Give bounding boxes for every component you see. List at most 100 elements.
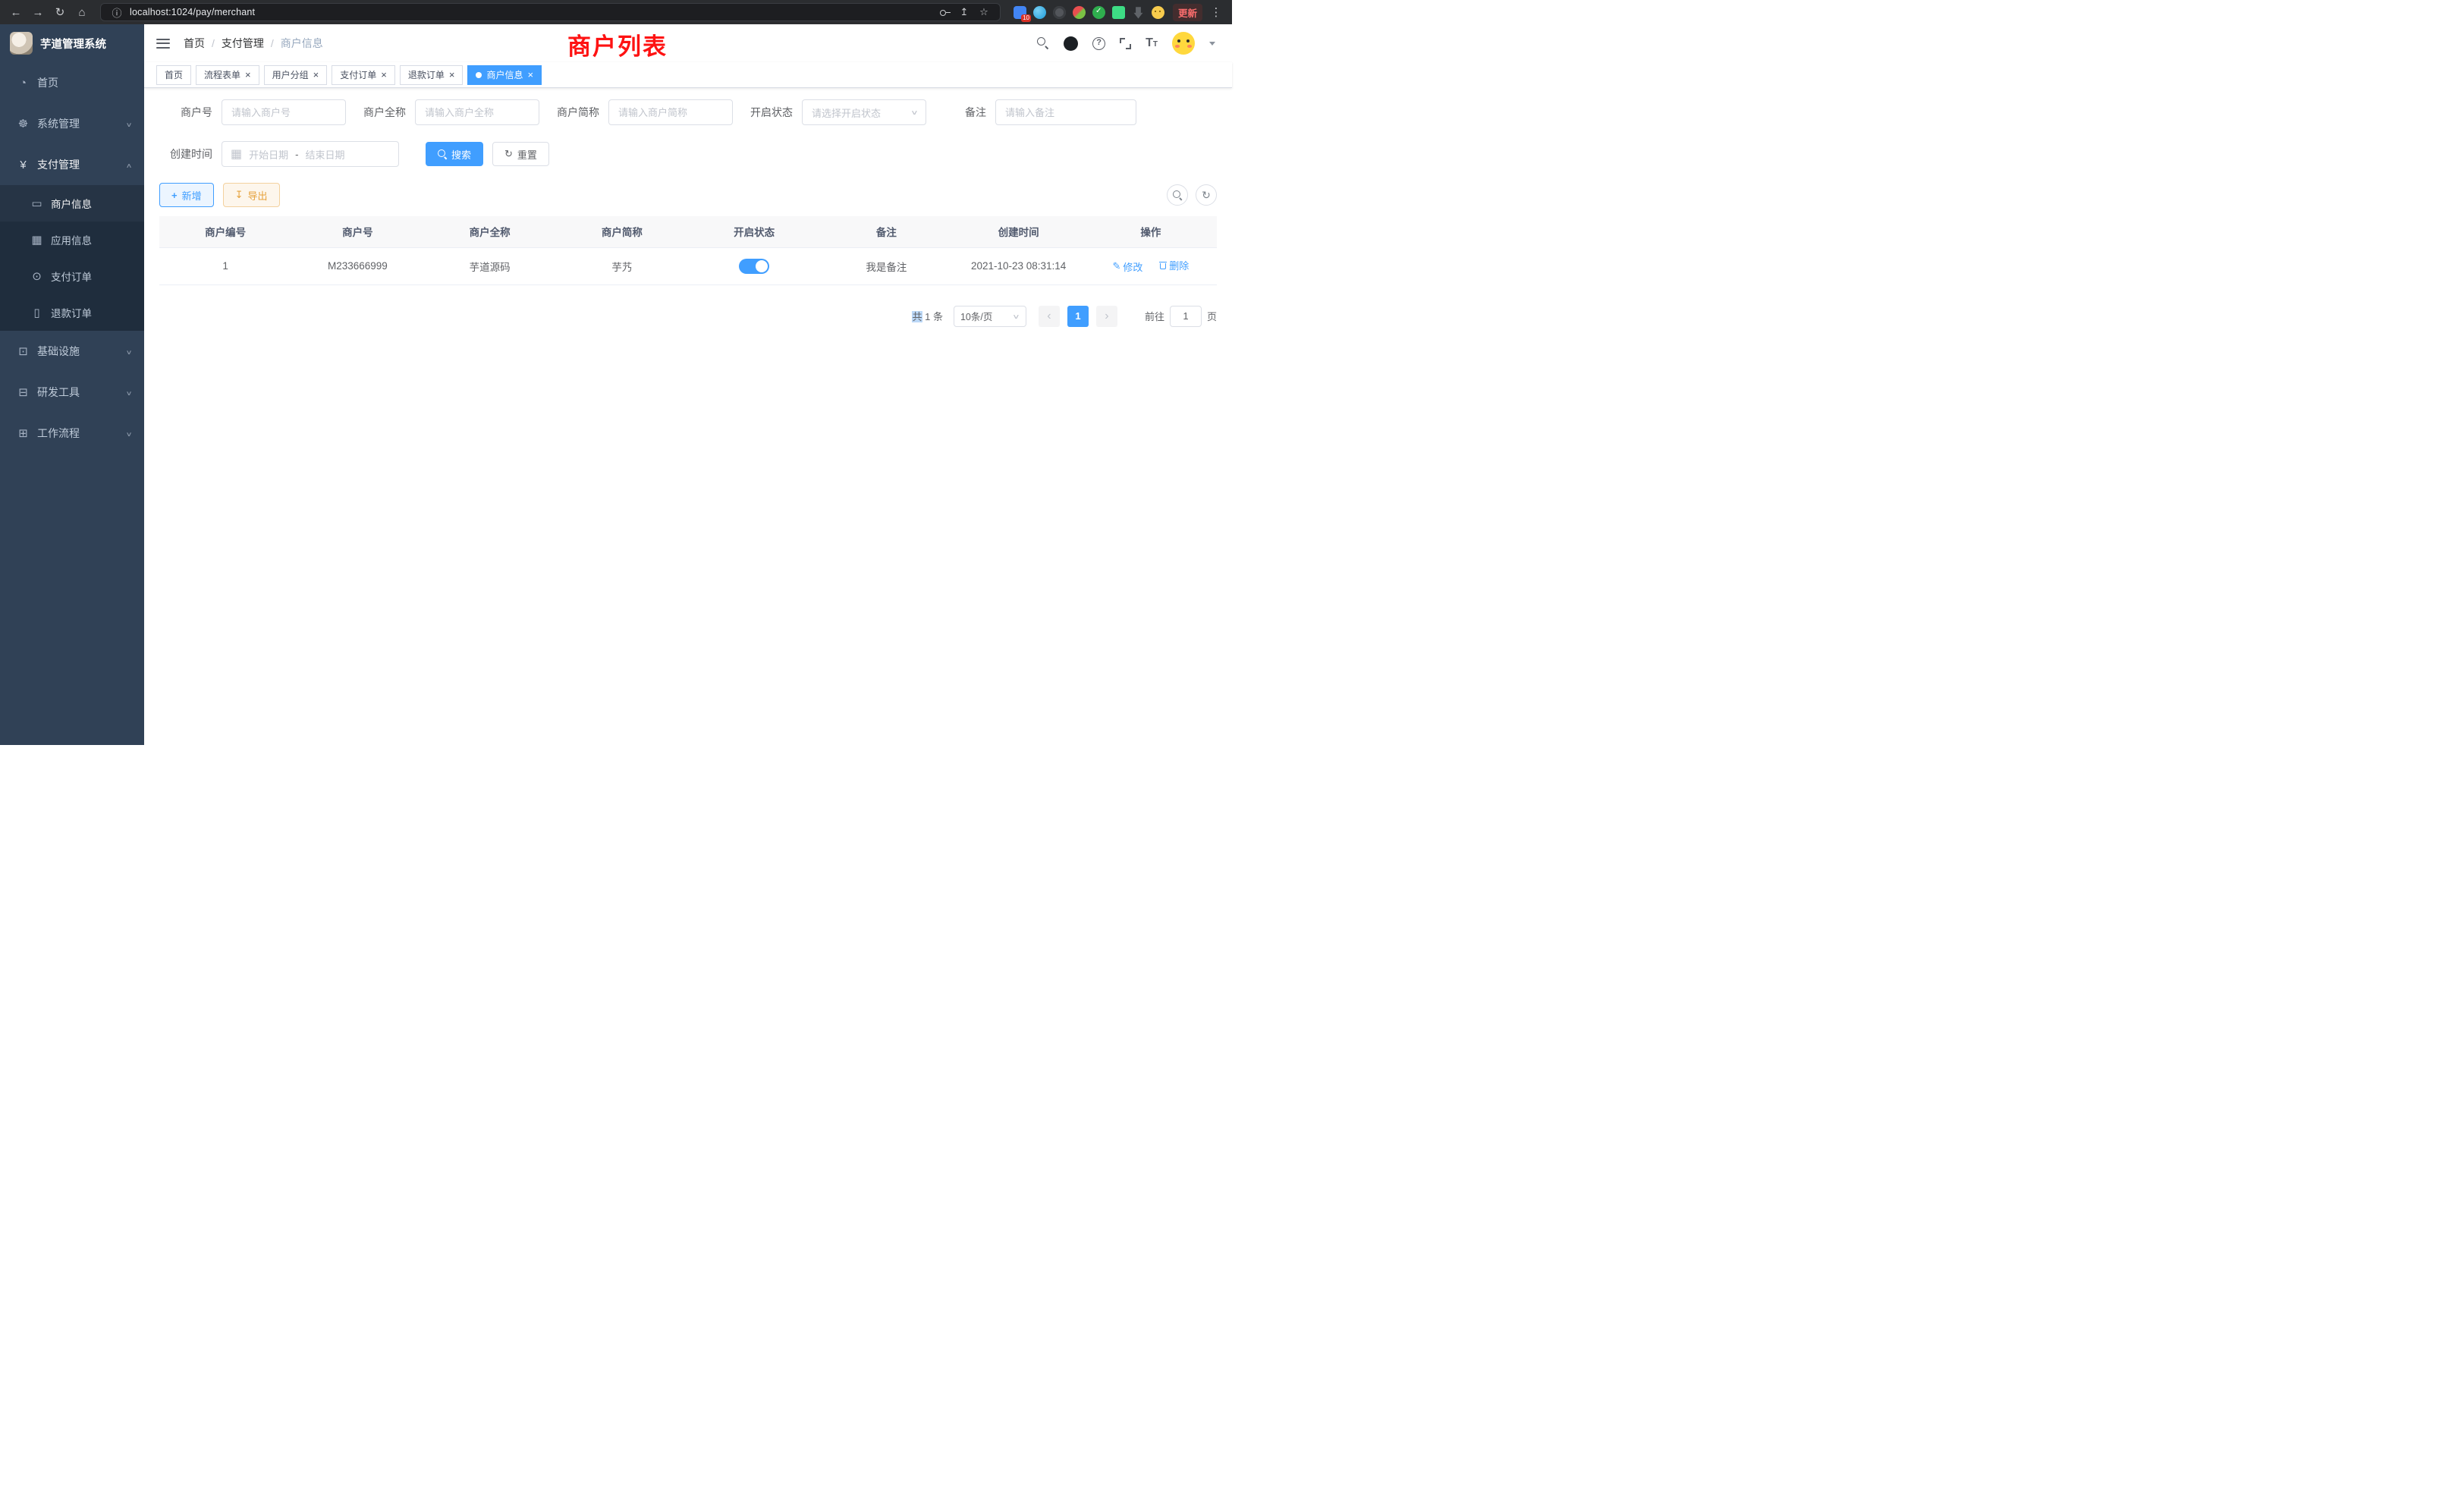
help-icon[interactable]: [1092, 37, 1105, 50]
close-icon[interactable]: [313, 70, 319, 80]
pinned-extension-icon[interactable]: [1132, 6, 1145, 19]
sidebar-item-infra[interactable]: 基础设施: [0, 331, 144, 372]
button-label: 搜索: [451, 147, 471, 162]
date-end-placeholder: 结束日期: [305, 147, 344, 162]
browser-menu-icon[interactable]: [1208, 5, 1224, 19]
sidebar-item-devtools[interactable]: 研发工具: [0, 372, 144, 413]
export-button[interactable]: 导出: [223, 183, 280, 207]
close-icon[interactable]: [381, 70, 387, 80]
active-tab-dot: [476, 72, 482, 78]
sidebar-item-home[interactable]: 首页: [0, 62, 144, 103]
font-size-icon[interactable]: [1146, 37, 1158, 49]
site-info-icon[interactable]: [110, 5, 124, 20]
share-icon[interactable]: [957, 6, 971, 18]
tab-pay-order[interactable]: 支付订单: [332, 65, 395, 85]
hamburger-icon[interactable]: [156, 39, 170, 49]
caret-down-icon[interactable]: [1209, 42, 1215, 46]
chevron-down-icon: [126, 427, 132, 439]
address-bar[interactable]: localhost:1024/pay/merchant: [100, 3, 1001, 21]
short-name-input[interactable]: [608, 99, 733, 125]
close-icon[interactable]: [527, 70, 533, 80]
payment-submenu: 商户信息 应用信息 支付订单 退款订单: [0, 185, 144, 331]
breadcrumb-home[interactable]: 首页: [184, 36, 205, 51]
sidebar-item-system[interactable]: 系统管理: [0, 103, 144, 144]
sidebar-item-payment[interactable]: 支付管理: [0, 144, 144, 185]
search-button[interactable]: 搜索: [426, 142, 483, 166]
breadcrumb-separator: /: [212, 37, 215, 49]
table-toolbar: 新增 导出: [159, 183, 1217, 207]
grid-icon: [30, 233, 43, 247]
app-logo-row[interactable]: 芋道管理系统: [0, 24, 144, 62]
close-icon[interactable]: [449, 70, 455, 80]
prev-page-button[interactable]: [1039, 306, 1060, 327]
search-icon: [438, 149, 447, 159]
edit-button[interactable]: 修改: [1113, 259, 1143, 274]
button-label: 删除: [1169, 258, 1189, 272]
check-extension-icon[interactable]: [1092, 6, 1105, 19]
reset-button[interactable]: 重置: [492, 142, 549, 166]
profile-extension-icon[interactable]: [1073, 6, 1086, 19]
merchant-table: 商户编号 商户号 商户全称 商户简称 开启状态 备注 创建时间 操作 1: [159, 216, 1217, 285]
browser-update-button[interactable]: 更新: [1173, 4, 1202, 21]
add-button[interactable]: 新增: [159, 183, 214, 207]
back-icon[interactable]: [8, 6, 24, 19]
tab-refund-order[interactable]: 退款订单: [400, 65, 464, 85]
filter-create-time: 创建时间 开始日期 - 结束日期: [159, 141, 399, 167]
next-page-button[interactable]: [1096, 306, 1117, 327]
extensions-puzzle-icon[interactable]: 10: [1014, 6, 1026, 19]
password-key-icon[interactable]: [940, 8, 951, 17]
breadcrumb-payment[interactable]: 支付管理: [222, 36, 264, 51]
dark-extension-icon[interactable]: [1053, 6, 1066, 19]
tab-home[interactable]: 首页: [156, 65, 191, 85]
sidebar-item-pay-order[interactable]: 支付订单: [0, 258, 144, 294]
col-status: 开启状态: [688, 216, 820, 247]
app-title: 芋道管理系统: [40, 36, 106, 52]
avatar[interactable]: [1172, 32, 1195, 55]
full-name-input[interactable]: [415, 99, 539, 125]
app-logo: [10, 32, 33, 55]
pagination-total-highlight: 共: [912, 311, 922, 322]
close-icon[interactable]: [245, 70, 251, 80]
cell-status: [688, 247, 820, 284]
reload-icon[interactable]: [52, 5, 68, 19]
right-toolbar: [1167, 184, 1217, 206]
date-range-picker[interactable]: 开始日期 - 结束日期: [222, 141, 399, 167]
drop-extension-icon[interactable]: [1033, 6, 1046, 19]
page-size-select[interactable]: 10条/页: [954, 306, 1026, 327]
goto-page-input[interactable]: [1170, 306, 1202, 327]
tab-merchant-info[interactable]: 商户信息: [467, 65, 542, 85]
sidebar-item-label: 系统管理: [37, 116, 118, 131]
download-icon: [235, 189, 244, 201]
tab-user-group[interactable]: 用户分组: [264, 65, 328, 85]
delete-button[interactable]: 删除: [1159, 258, 1189, 272]
dashboard-icon: [17, 77, 30, 90]
merchant-no-input[interactable]: [222, 99, 346, 125]
bookmark-star-icon[interactable]: [977, 6, 991, 18]
search-icon[interactable]: [1037, 37, 1049, 49]
sidebar-item-workflow[interactable]: 工作流程: [0, 413, 144, 454]
sidebar-item-merchant-info[interactable]: 商户信息: [0, 185, 144, 222]
fullscreen-icon[interactable]: [1120, 38, 1131, 49]
status-select[interactable]: 请选择开启状态: [802, 99, 926, 125]
date-separator: -: [295, 149, 298, 160]
notes-extension-icon[interactable]: [1112, 6, 1125, 19]
emoji-extension-icon[interactable]: [1152, 6, 1164, 19]
status-toggle[interactable]: [739, 259, 769, 274]
chevron-down-icon: [911, 105, 918, 119]
sidebar-item-refund-order[interactable]: 退款订单: [0, 294, 144, 331]
toggle-search-button[interactable]: [1167, 184, 1188, 206]
page-1-button[interactable]: 1: [1067, 306, 1089, 327]
github-icon[interactable]: [1064, 36, 1078, 51]
field-label: 备注: [965, 105, 986, 120]
col-operations: 操作: [1085, 216, 1217, 247]
tab-process-form[interactable]: 流程表单: [196, 65, 259, 85]
button-label: 修改: [1123, 259, 1142, 274]
refresh-icon: [504, 148, 513, 160]
remark-input[interactable]: [995, 99, 1136, 125]
search-icon: [1173, 190, 1182, 200]
home-icon[interactable]: [74, 6, 90, 19]
sidebar-item-app-info[interactable]: 应用信息: [0, 222, 144, 258]
refresh-button[interactable]: [1196, 184, 1217, 206]
forward-icon[interactable]: [30, 6, 46, 19]
pagination-total-rest: 1 条: [925, 311, 943, 322]
